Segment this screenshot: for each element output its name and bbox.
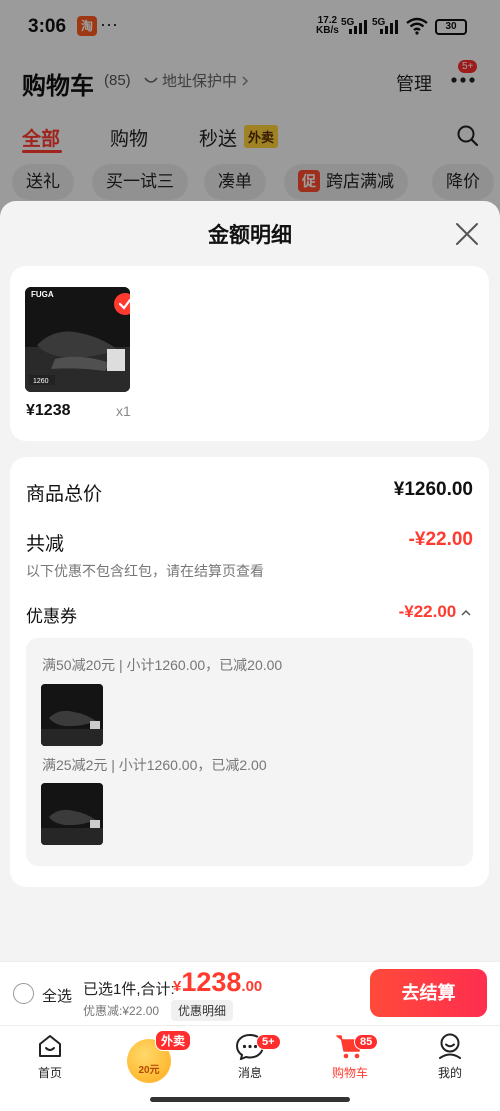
reduce-label: 共减 — [26, 534, 65, 555]
tabbar-home-label: 首页 — [37, 1066, 62, 1080]
checkmark-icon — [118, 298, 130, 310]
checkout-bar: 全选 已选1件,合计: ¥1238.00 优惠减:¥22.00 优惠明细 去结算 — [0, 961, 500, 1025]
discount-detail-button[interactable]: 优惠明细 — [171, 1000, 234, 1021]
checkout-button[interactable]: 去结算 — [370, 969, 487, 1017]
total-price-int: 1238 — [181, 967, 242, 997]
coupon-goods-thumb-1 — [41, 684, 103, 746]
goods-thumb-price: 1260 — [33, 378, 49, 385]
goods-card: FUGA 1260 ¥1238 x1 — [10, 266, 489, 441]
shoe-thumb-image — [41, 684, 103, 746]
goods-image[interactable]: FUGA 1260 — [25, 287, 130, 392]
tabbar-messages[interactable]: 消息 5+ — [210, 1032, 290, 1081]
messages-badge: 5+ — [256, 1034, 281, 1050]
total-price: ¥1238.00 — [173, 967, 262, 998]
home-icon — [39, 1035, 61, 1057]
tabbar-mine[interactable]: 我的 — [410, 1032, 490, 1081]
waimai-center-badge: 外卖 — [155, 1030, 192, 1051]
total-price-dec: .00 — [241, 978, 263, 995]
coupon-line-1: 满50减20元 | 小计1260.00，已减20.00 — [42, 657, 283, 673]
tabbar-mine-label: 我的 — [437, 1066, 462, 1080]
selected-summary: 已选1件,合计: — [83, 981, 175, 998]
coupon-toggle[interactable]: -¥22.00 — [399, 602, 471, 622]
price-detail-card: 商品总价 ¥1260.00 共减 -¥22.00 以下优惠不包含红包，请在结算页… — [10, 457, 489, 887]
tabbar-cart[interactable]: 购物车 85 — [310, 1032, 390, 1081]
reduce-value: -¥22.00 — [408, 529, 473, 550]
total-value: ¥1260.00 — [393, 479, 473, 500]
coupon-label: 优惠券 — [26, 607, 77, 626]
chevron-up-icon — [461, 609, 471, 616]
select-all-label[interactable]: 全选 — [42, 985, 72, 1006]
total-label: 商品总价 — [26, 484, 103, 505]
select-all-radio[interactable] — [13, 983, 34, 1004]
sheet-title: 金额明细 — [208, 224, 292, 247]
discount-summary: 优惠减:¥22.00 — [83, 1004, 160, 1018]
goods-price: ¥1238 — [26, 402, 71, 419]
tabbar-cart-label: 购物车 — [331, 1066, 368, 1080]
coupon-line-2: 满25减2元 | 小计1260.00，已减2.00 — [42, 757, 267, 773]
home-indicator[interactable] — [150, 1097, 350, 1102]
modal-overlay[interactable] — [0, 0, 500, 230]
shoe-thumb-image — [41, 783, 103, 845]
waimai-amount: 20元 — [138, 1065, 160, 1076]
checked-icon[interactable] — [114, 293, 130, 315]
goods-brand: FUGA — [31, 290, 54, 299]
goods-quantity: x1 — [116, 403, 131, 419]
coupon-goods-thumb-2 — [41, 783, 103, 845]
coupon-value: -¥22.00 — [398, 602, 457, 621]
coupon-breakdown: 满50减20元 | 小计1260.00，已减20.00 满25减2元 | 小计1… — [26, 638, 473, 866]
tabbar-messages-label: 消息 — [237, 1066, 262, 1080]
amount-detail-sheet: 金额明细 FUGA 1260 ¥1238 x1 商品总价 ¥1260.00 共减 — [0, 201, 500, 961]
cart-badge: 85 — [354, 1034, 379, 1050]
tabbar-home[interactable]: 首页 — [10, 1032, 90, 1081]
close-icon[interactable] — [454, 221, 480, 247]
reduce-note: 以下优惠不包含红包，请在结算页查看 — [26, 563, 264, 579]
profile-icon — [439, 1033, 461, 1059]
